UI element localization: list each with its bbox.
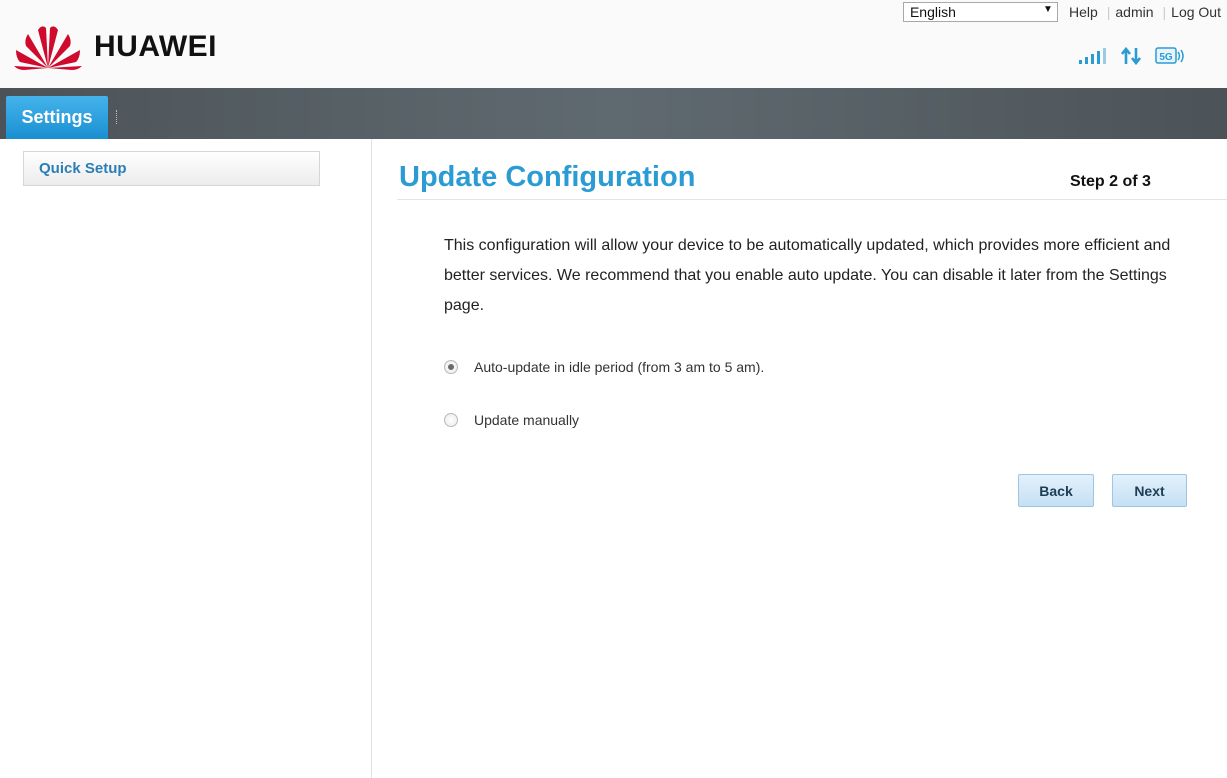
main-navbar: Settings: [0, 88, 1227, 139]
sidebar-item-quick-setup[interactable]: Quick Setup: [23, 151, 320, 186]
dropdown-arrow-icon: ▼: [1043, 4, 1053, 15]
signal-strength-icon: [1079, 48, 1106, 64]
huawei-logo[interactable]: HUAWEI: [8, 24, 217, 70]
auto-update-label[interactable]: Auto-update in idle period (from 3 am to…: [474, 359, 764, 375]
language-value: English: [909, 4, 956, 20]
option-auto-update[interactable]: Auto-update in idle period (from 3 am to…: [444, 359, 764, 375]
huawei-flower-icon: [14, 26, 82, 70]
nav-separator: [116, 110, 117, 124]
description-text: This configuration will allow your devic…: [444, 237, 1171, 314]
admin-link[interactable]: admin: [1112, 4, 1156, 20]
update-manually-label[interactable]: Update manually: [474, 412, 579, 428]
tab-settings[interactable]: Settings: [6, 96, 108, 139]
link-separator: |: [1106, 4, 1111, 20]
back-button[interactable]: Back: [1018, 474, 1094, 507]
option-update-manually[interactable]: Update manually: [444, 412, 579, 428]
page-title: Update Configuration: [399, 161, 696, 193]
logout-link[interactable]: Log Out: [1168, 4, 1227, 20]
header: HUAWEI English ▼ Help | admin | Log Out …: [0, 0, 1227, 88]
top-links: English ▼ Help | admin | Log Out: [902, 0, 1227, 24]
help-link[interactable]: Help: [1066, 4, 1101, 20]
auto-update-radio[interactable]: [444, 360, 458, 374]
update-manually-radio[interactable]: [444, 413, 458, 427]
5g-network-icon: 5G: [1155, 47, 1184, 64]
data-transfer-icon: [1121, 47, 1141, 65]
next-button[interactable]: Next: [1112, 474, 1187, 507]
link-separator: |: [1162, 4, 1167, 20]
content-divider: [371, 139, 372, 778]
title-divider: [397, 199, 1227, 200]
5g-label: 5G: [1159, 52, 1173, 63]
language-select[interactable]: English ▼: [902, 2, 1058, 22]
status-icons: 5G: [1077, 46, 1185, 66]
step-indicator: Step 2 of 3: [1070, 173, 1151, 190]
brand-name: HUAWEI: [94, 30, 217, 63]
